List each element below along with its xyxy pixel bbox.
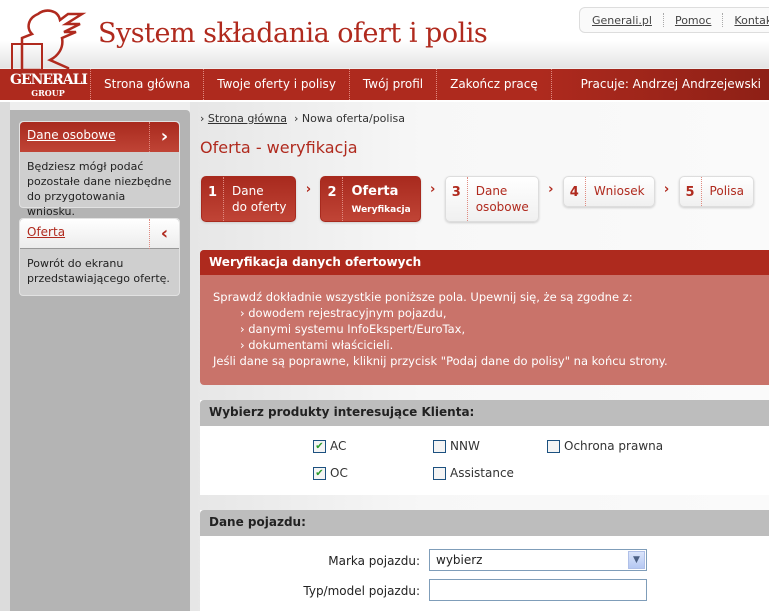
breadcrumb: › Strona główna › Nowa oferta/polisa (200, 112, 406, 125)
link-contact[interactable]: Kontakt (734, 14, 769, 27)
verification-notice: Weryfikacja danych ofertowych Sprawdź do… (200, 250, 769, 385)
step-3: 3 Dane osobowe (444, 176, 539, 222)
chevron-down-icon[interactable]: ▼ (628, 551, 645, 569)
checkbox-assistance[interactable]: Assistance (433, 466, 514, 480)
current-user: Pracuje: Andrzej Andrzejewski (580, 77, 761, 91)
chevron-left-icon[interactable]: ‹ (149, 219, 179, 249)
main-content: › Strona główna › Nowa oferta/polisa Ofe… (190, 102, 769, 611)
verification-title: Weryfikacja danych ofertowych (200, 250, 769, 275)
page-title: Oferta - weryfikacja (200, 138, 358, 157)
list-item: › dowodem rejestracyjnym pojazdu, (240, 306, 447, 320)
checkbox-oc[interactable]: ✔ OC (313, 466, 348, 480)
header: System składania ofert i polis Generali.… (0, 0, 769, 82)
products-title: Wybierz produkty interesujące Klienta: (200, 400, 769, 426)
list-item: › dokumentami właścicieli. (240, 338, 394, 352)
chevron-icon: › (305, 182, 312, 197)
checkbox-nnw[interactable]: NNW (433, 439, 480, 453)
nav-profile[interactable]: Twój profil (348, 69, 436, 100)
step-4: 4 Wniosek (562, 176, 655, 207)
checkbox-legal-protection[interactable]: Ochrona prawna (547, 439, 663, 453)
vehicle-model-input[interactable] (429, 579, 647, 601)
vehicle-make-select[interactable]: wybierz ▼ (429, 549, 647, 571)
link-help[interactable]: Pomoc (675, 14, 711, 27)
vehicle-title: Dane pojazdu: (200, 510, 769, 536)
list-item: › danymi systemu InfoEkspert/EuroTax, (240, 322, 466, 336)
sidebar: Dane osobowe › Będziesz mógł podać pozost… (10, 110, 190, 611)
link-generali[interactable]: Generali.pl (592, 14, 652, 27)
top-links: Generali.pl Pomoc Kontakt (579, 7, 769, 33)
step-2: 2 Oferta Weryfikacja (320, 176, 421, 222)
chevron-icon: › (548, 182, 554, 197)
personal-data-link[interactable]: Dane osobowe (27, 128, 116, 142)
nav-offers[interactable]: Twoje oferty i polisy (203, 69, 349, 100)
offer-description: Powrót do ekranu przedstawiającego ofert… (27, 257, 170, 285)
main-nav: Strona główna Twoje oferty i polisy Twój… (0, 69, 769, 102)
nav-home[interactable]: Strona główna (90, 69, 203, 100)
app-title: System składania ofert i polis (98, 18, 488, 49)
chevron-right-icon[interactable]: › (149, 122, 179, 152)
step-1[interactable]: 1 Dane do oferty (201, 176, 297, 222)
breadcrumb-current: Nowa oferta/polisa (301, 112, 406, 125)
personal-data-description: Będziesz mógł podać pozostałe dane niezb… (27, 160, 172, 218)
products-section: Wybierz produkty interesujące Klienta: ✔… (200, 400, 769, 495)
wizard-steps: 1 Dane do oferty › 2 Oferta Weryfikacja › 3D… (201, 176, 754, 222)
nav-logout[interactable]: Zakończ pracę (436, 69, 552, 100)
offer-link[interactable]: Oferta (27, 225, 65, 239)
checkbox-ac[interactable]: ✔ AC (313, 439, 346, 453)
sidebar-box-personal-data: Dane osobowe › Będziesz mógł podać pozost… (19, 121, 180, 218)
generali-wordmark: GENERALI GROUP (10, 72, 88, 98)
vehicle-section: Dane pojazdu: Marka pojazdu: wybierz ▼ Ty… (200, 510, 769, 611)
sidebar-box-offer: Oferta ‹ Powrót do ekranu przedstawiające… (19, 218, 180, 296)
chevron-icon: › (430, 182, 436, 197)
step-5: 5 Polisa (678, 176, 754, 207)
chevron-icon: › (663, 182, 670, 197)
breadcrumb-home[interactable]: Strona główna (208, 112, 287, 125)
